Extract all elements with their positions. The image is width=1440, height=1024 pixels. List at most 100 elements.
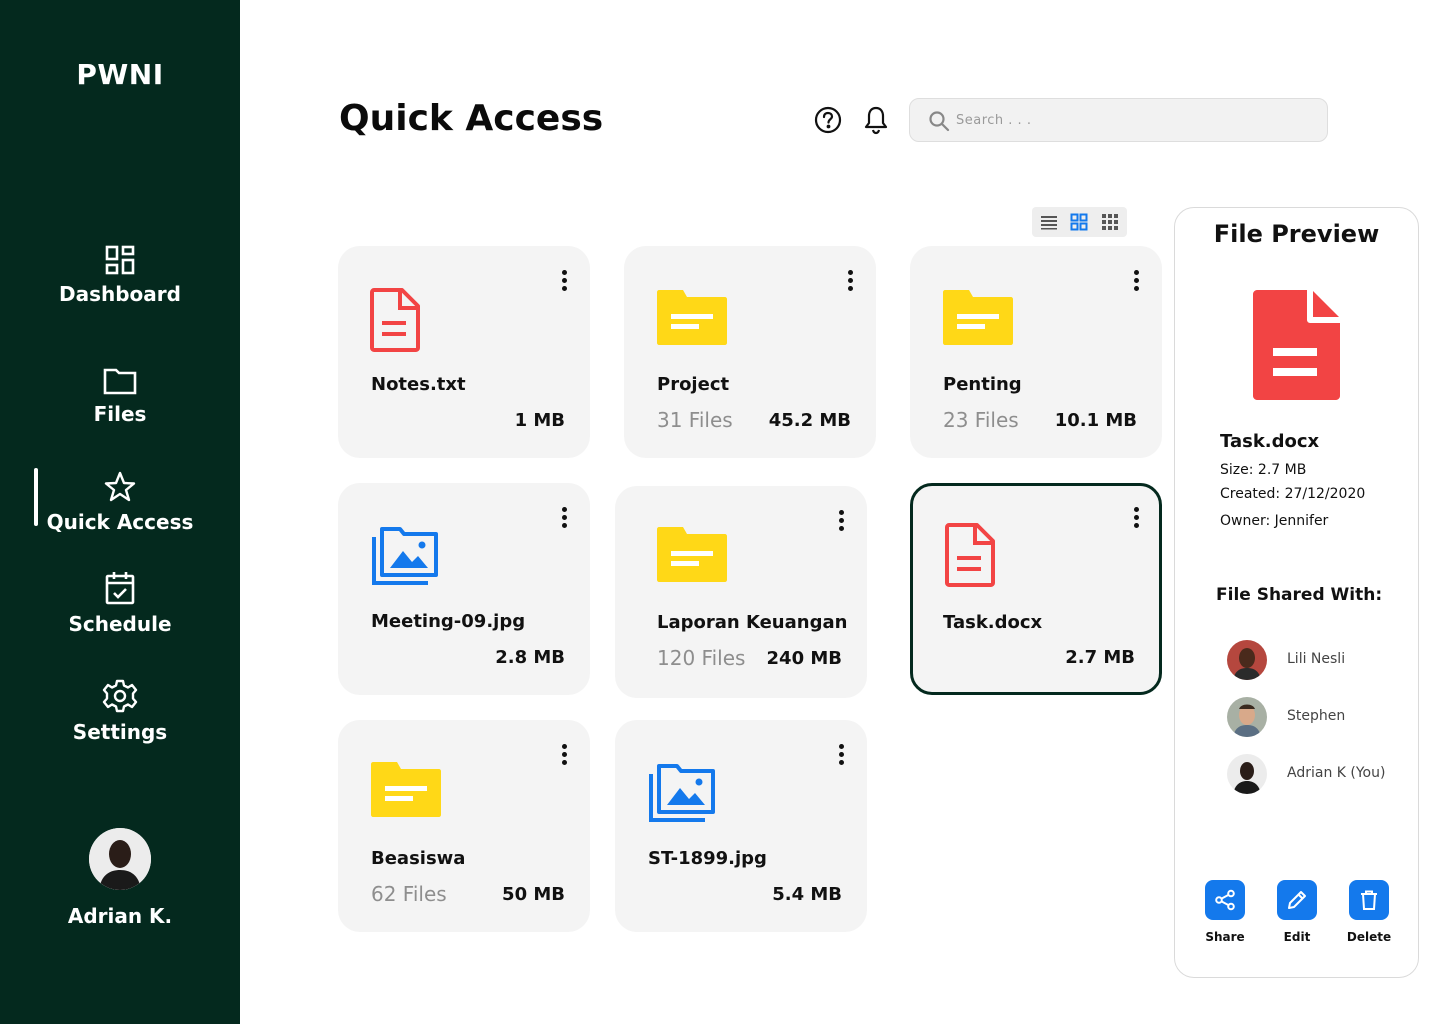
sidebar-item-label: Quick Access	[46, 510, 194, 534]
edit-button[interactable]: Edit	[1267, 880, 1327, 944]
shared-user[interactable]: Lili Nesli	[1227, 640, 1407, 680]
file-card[interactable]: Notes.txt 1 MB	[338, 246, 590, 458]
more-options-icon[interactable]	[560, 270, 568, 294]
shared-user-name: Lili Nesli	[1287, 651, 1346, 667]
folder-card[interactable]: Beasiswa 62 Files 50 MB	[338, 720, 590, 932]
sidebar-item-schedule[interactable]: Schedule	[0, 570, 240, 636]
more-options-icon[interactable]	[560, 744, 568, 768]
file-size: 1 MB	[514, 410, 565, 431]
view-toggle	[1032, 207, 1127, 237]
user-profile[interactable]: Adrian K.	[0, 828, 240, 928]
star-icon	[104, 471, 136, 502]
delete-label: Delete	[1346, 930, 1392, 944]
trash-icon	[1349, 880, 1389, 920]
user-name: Adrian K.	[67, 904, 173, 928]
file-size: 2.8 MB	[495, 647, 565, 668]
sidebar-item-label: Schedule	[68, 612, 172, 636]
preview-file-size: Size: 2.7 MB	[1220, 462, 1307, 478]
folder-size: 45.2 MB	[768, 410, 851, 431]
file-count: 62 Files	[371, 882, 447, 906]
document-icon	[945, 523, 995, 591]
gear-icon	[102, 679, 138, 713]
more-options-icon[interactable]	[837, 510, 845, 534]
folder-card[interactable]: Laporan Keuangan 120 Files 240 MB	[615, 486, 867, 698]
document-icon	[370, 288, 420, 356]
file-size: 2.7 MB	[1065, 647, 1135, 668]
file-name: Task.docx	[943, 612, 1043, 633]
edit-label: Edit	[1283, 930, 1311, 944]
folder-card[interactable]: Penting 23 Files 10.1 MB	[910, 246, 1162, 458]
avatar[interactable]	[89, 828, 151, 890]
help-button[interactable]	[814, 106, 842, 138]
dashboard-icon	[105, 245, 135, 275]
sidebar: PWNI Dashboard Files Quick Access Schedu…	[0, 0, 240, 1024]
shared-user[interactable]: Adrian K (You)	[1227, 754, 1407, 794]
folder-name: Beasiswa	[371, 848, 466, 869]
preview-created-date: Created: 27/12/2020	[1220, 486, 1366, 502]
avatar	[1227, 754, 1267, 794]
shared-user[interactable]: Stephen	[1227, 697, 1407, 737]
file-card[interactable]: ST-1899.jpg 5.4 MB	[615, 720, 867, 932]
shared-with-heading: File Shared With:	[1216, 585, 1383, 605]
preview-file-name: Task.docx	[1220, 431, 1320, 452]
pencil-icon	[1277, 880, 1317, 920]
sidebar-item-label: Dashboard	[59, 282, 181, 306]
folder-icon	[942, 288, 1014, 350]
shared-user-name: Adrian K (You)	[1287, 765, 1386, 781]
compact-grid-view-button[interactable]	[1101, 213, 1119, 235]
folder-icon	[656, 525, 728, 587]
file-count: 120 Files	[657, 646, 746, 670]
share-label: Share	[1205, 930, 1245, 944]
image-gallery-icon	[370, 525, 440, 591]
sidebar-item-files[interactable]: Files	[0, 366, 240, 426]
preview-title: File Preview	[1213, 220, 1380, 248]
file-name: Meeting-09.jpg	[371, 611, 526, 632]
file-size: 5.4 MB	[772, 884, 842, 905]
compact-grid-icon	[1102, 214, 1118, 230]
list-view-icon	[1041, 216, 1057, 230]
file-name: ST-1899.jpg	[648, 848, 767, 869]
sidebar-item-label: Settings	[72, 720, 168, 744]
file-count: 23 Files	[943, 408, 1019, 432]
preview-owner: Owner: Jennifer	[1220, 513, 1329, 529]
folder-card[interactable]: Project 31 Files 45.2 MB	[624, 246, 876, 458]
sidebar-item-settings[interactable]: Settings	[0, 678, 240, 744]
folder-name: Project	[657, 374, 730, 395]
delete-button[interactable]: Delete	[1339, 880, 1399, 944]
sidebar-item-label: Files	[93, 402, 147, 426]
search-input[interactable]	[956, 109, 1306, 131]
share-icon	[1205, 880, 1245, 920]
more-options-icon[interactable]	[1132, 270, 1140, 294]
image-gallery-icon	[647, 762, 717, 828]
file-preview-panel: File Preview Task.docx Size: 2.7 MB Crea…	[1174, 207, 1419, 978]
folder-size: 50 MB	[502, 884, 565, 905]
sidebar-item-quick-access[interactable]: Quick Access	[0, 470, 240, 534]
list-view-button[interactable]	[1040, 213, 1058, 235]
folder-icon	[370, 760, 442, 822]
avatar	[1227, 697, 1267, 737]
avatar	[1227, 640, 1267, 680]
more-options-icon[interactable]	[846, 270, 854, 294]
share-button[interactable]: Share	[1195, 880, 1255, 944]
document-icon	[1252, 288, 1342, 406]
brand-logo[interactable]: PWNI	[0, 58, 240, 91]
folder-size: 10.1 MB	[1054, 410, 1137, 431]
more-options-icon[interactable]	[560, 507, 568, 531]
notification-button[interactable]	[864, 105, 888, 139]
file-card[interactable]: Meeting-09.jpg 2.8 MB	[338, 483, 590, 695]
folder-icon	[103, 368, 137, 395]
file-name: Notes.txt	[371, 374, 466, 395]
grid-view-button[interactable]	[1070, 213, 1088, 235]
folder-name: Penting	[943, 374, 1022, 395]
file-card-selected[interactable]: Task.docx 2.7 MB	[910, 483, 1162, 695]
page-title: Quick Access	[339, 98, 604, 139]
calendar-check-icon	[105, 572, 135, 605]
more-options-icon[interactable]	[837, 744, 845, 768]
search-bar[interactable]	[909, 98, 1328, 142]
sidebar-item-dashboard[interactable]: Dashboard	[0, 244, 240, 306]
more-options-icon[interactable]	[1132, 507, 1140, 531]
search-icon	[929, 111, 950, 132]
folder-name: Laporan Keuangan	[657, 612, 848, 633]
file-count: 31 Files	[657, 408, 733, 432]
help-icon	[814, 106, 842, 134]
